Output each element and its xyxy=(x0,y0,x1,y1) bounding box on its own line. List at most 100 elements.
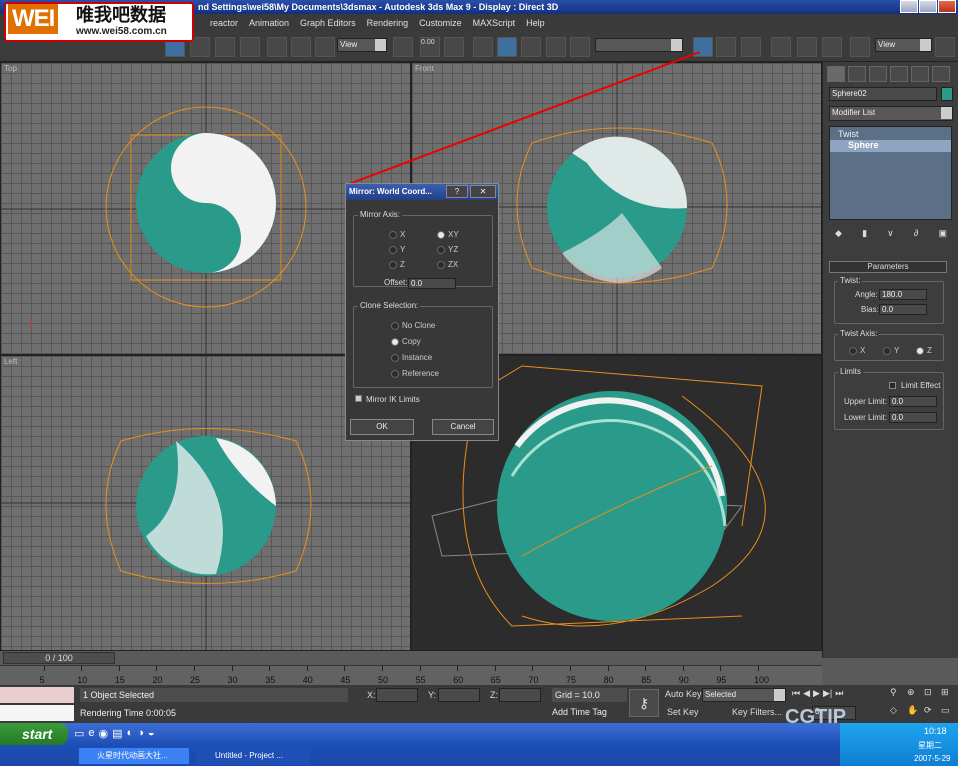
utilities-tab-icon[interactable] xyxy=(932,66,950,82)
menu-reactor[interactable]: reactor xyxy=(210,14,238,32)
reference-radio[interactable]: Reference xyxy=(391,369,439,378)
hierarchy-tab-icon[interactable] xyxy=(869,66,887,82)
move-icon[interactable] xyxy=(267,37,287,57)
menu-rendering[interactable]: Rendering xyxy=(367,14,409,32)
show-end-result-icon[interactable]: ▮ xyxy=(862,228,867,240)
cancel-button[interactable]: Cancel xyxy=(432,419,494,435)
y-coordinate[interactable] xyxy=(438,688,480,702)
maximize-button[interactable] xyxy=(919,0,937,13)
schematic-view-icon[interactable] xyxy=(797,37,817,57)
remove-modifier-icon[interactable]: ∂ xyxy=(914,228,918,240)
scale-icon[interactable] xyxy=(315,37,335,57)
modify-tab-icon[interactable] xyxy=(848,66,866,82)
key-filters-button[interactable]: Key Filters... xyxy=(732,707,782,717)
pan-icon[interactable]: ✋ xyxy=(907,705,922,721)
menu-animation[interactable]: Animation xyxy=(249,14,289,32)
dialog-close-button[interactable]: ✕ xyxy=(470,185,496,198)
set-key-icon[interactable]: ⚷ xyxy=(629,689,659,717)
maxscript-mini[interactable] xyxy=(0,705,74,721)
ie-icon[interactable]: e xyxy=(88,727,94,740)
explorer-icon[interactable]: ▤ xyxy=(112,727,122,740)
maxscript-listener[interactable] xyxy=(0,687,74,703)
axis-zx-radio[interactable]: ZX xyxy=(437,260,458,269)
x-coordinate[interactable] xyxy=(376,688,418,702)
zoom-icon[interactable]: ⚲ xyxy=(890,687,905,703)
material-editor-icon[interactable] xyxy=(822,37,842,57)
configure-sets-icon[interactable]: ▣ xyxy=(938,228,947,240)
app2-icon[interactable]: ◑ xyxy=(137,727,144,740)
render-type-dropdown[interactable]: View xyxy=(875,38,932,52)
pin-stack-icon[interactable]: ◆ xyxy=(835,228,842,240)
window-crossing-icon[interactable] xyxy=(240,37,260,57)
taskbar-item-browser[interactable]: 火星时代动画大社... xyxy=(78,747,190,765)
axis-y-radio[interactable]: Y xyxy=(389,245,405,254)
make-unique-icon[interactable]: ∨ xyxy=(887,228,894,240)
no-clone-radio[interactable]: No Clone xyxy=(391,321,435,330)
help-button[interactable]: ? xyxy=(446,185,468,198)
layer-manager-icon[interactable] xyxy=(741,37,761,57)
taskbar-item-3dsmax[interactable]: Untitled - Project ... xyxy=(196,747,310,765)
maximize-viewport-icon[interactable]: ▭ xyxy=(941,705,956,721)
twist-axis-y-radio[interactable]: Y xyxy=(883,346,899,355)
go-to-start-icon[interactable]: ⏮ xyxy=(792,688,800,702)
render-scene-icon[interactable] xyxy=(850,37,870,57)
axis-z-radio[interactable]: Z xyxy=(389,260,405,269)
curve-editor-icon[interactable] xyxy=(771,37,791,57)
z-coordinate[interactable] xyxy=(499,688,541,702)
modifier-list-dropdown[interactable]: Modifier List xyxy=(829,106,953,121)
rect-select-icon[interactable] xyxy=(215,37,235,57)
show-desktop-icon[interactable]: ▭ xyxy=(74,727,84,740)
app3-icon[interactable]: ◒ xyxy=(148,727,155,740)
axis-xy-radio[interactable]: XY xyxy=(437,230,459,239)
clock[interactable]: 10:18 xyxy=(924,726,947,736)
align-icon[interactable] xyxy=(716,37,736,57)
lower-limit-spinner[interactable]: 0.0 xyxy=(889,412,937,423)
object-color-swatch[interactable] xyxy=(941,87,953,101)
key-mode-dropdown[interactable]: Selected xyxy=(702,688,786,702)
display-tab-icon[interactable] xyxy=(911,66,929,82)
auto-key-button[interactable]: Auto Key xyxy=(665,689,702,699)
axis-x-radio[interactable]: X xyxy=(389,230,405,239)
upper-limit-spinner[interactable]: 0.0 xyxy=(889,396,937,407)
add-time-tag[interactable]: Add Time Tag xyxy=(552,707,607,717)
set-key-button[interactable]: Set Key xyxy=(667,707,699,717)
next-frame-icon[interactable]: ▶| xyxy=(823,688,832,702)
twist-axis-x-radio[interactable]: X xyxy=(849,346,865,355)
start-button[interactable]: start xyxy=(0,723,68,745)
angle-spinner[interactable]: 180.0 xyxy=(879,289,927,300)
media-player-icon[interactable]: ◉ xyxy=(99,727,109,740)
offset-spinner[interactable]: 0.0 xyxy=(408,278,456,289)
motion-tab-icon[interactable] xyxy=(890,66,908,82)
object-name-field[interactable]: Sphere02 xyxy=(829,87,937,101)
menu-maxscript[interactable]: MAXScript xyxy=(473,14,516,32)
rotate-icon[interactable] xyxy=(291,37,311,57)
axis-yz-radio[interactable]: YZ xyxy=(437,245,458,254)
minimize-button[interactable] xyxy=(900,0,918,13)
play-icon[interactable]: ▶ xyxy=(813,688,820,702)
zoom-extents-all-icon[interactable]: ⊞ xyxy=(941,687,956,703)
close-button[interactable] xyxy=(938,0,956,13)
app-icon[interactable]: ◐ xyxy=(127,727,134,740)
menu-customize[interactable]: Customize xyxy=(419,14,462,32)
quick-render-icon[interactable] xyxy=(935,37,955,57)
parameters-rollout[interactable]: Parameters xyxy=(829,261,947,273)
copy-radio[interactable]: Copy xyxy=(391,337,421,346)
orbit-icon[interactable]: ⟳ xyxy=(924,705,939,721)
zoom-all-icon[interactable]: ⊕ xyxy=(907,687,922,703)
time-slider-thumb[interactable]: 0 / 100 xyxy=(3,652,115,664)
bias-spinner[interactable]: 0.0 xyxy=(879,304,927,315)
instance-radio[interactable]: Instance xyxy=(391,353,432,362)
zoom-extents-icon[interactable]: ⊡ xyxy=(924,687,939,703)
go-to-end-icon[interactable]: ⏭ xyxy=(835,688,843,702)
prev-frame-icon[interactable]: ◀ xyxy=(803,688,810,702)
stack-item-twist[interactable]: Twist xyxy=(838,129,859,139)
mirror-ik-checkbox[interactable] xyxy=(355,395,362,402)
menu-help[interactable]: Help xyxy=(526,14,545,32)
menu-graph-editors[interactable]: Graph Editors xyxy=(300,14,356,32)
create-tab-icon[interactable] xyxy=(827,66,845,82)
track-bar[interactable]: 5 10 15 20 25 30 35 40 45 50 55 60 65 70 75 80 85 90 95 100 xyxy=(0,665,822,685)
stack-item-sphere[interactable]: Sphere xyxy=(830,140,951,152)
twist-axis-z-radio[interactable]: Z xyxy=(916,346,932,355)
limit-effect-checkbox[interactable] xyxy=(889,382,896,389)
ok-button[interactable]: OK xyxy=(350,419,414,435)
